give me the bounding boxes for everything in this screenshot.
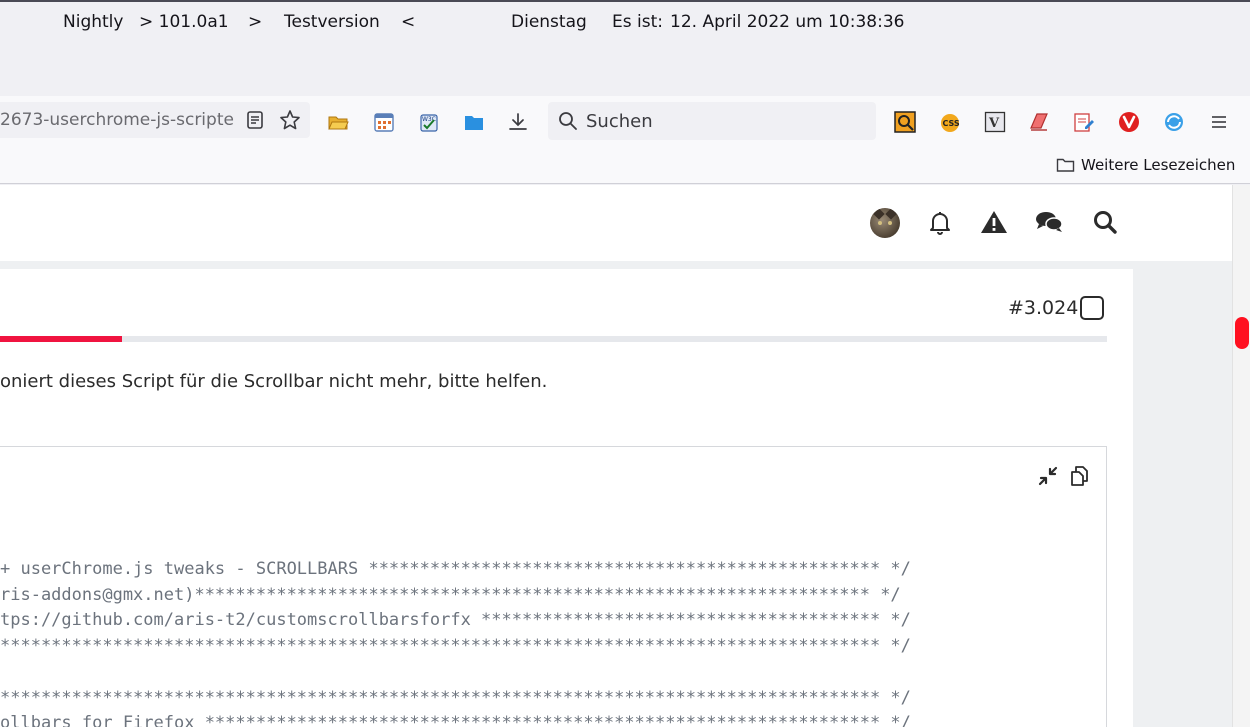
conversations-icon[interactable] [1034, 207, 1064, 237]
code-line: tps://github.com/aris-t2/customscrollbar… [0, 610, 911, 630]
browser-window: Nightly > 101.0a1 > Testversion < Dienst… [0, 0, 1250, 727]
search-icon [559, 112, 577, 130]
release-channel: Testversion [284, 12, 380, 32]
header-divider [0, 261, 1232, 269]
folder-outline-icon [1056, 158, 1075, 172]
site-header [0, 185, 1232, 261]
sidebar-background [1133, 269, 1232, 727]
page-scrollbar[interactable] [1232, 185, 1250, 727]
vim-extension-icon[interactable]: V [984, 111, 1006, 133]
warning-icon[interactable] [979, 207, 1009, 237]
code-tools [1036, 464, 1092, 488]
editor-extension-icon[interactable] [1073, 111, 1095, 133]
nav-toolbar: 2673-userchrome-js-scripte W3C Suchen CS… [0, 96, 1250, 150]
code-line: ****************************************… [0, 636, 911, 656]
w3c-validator-icon[interactable]: W3C [418, 111, 440, 133]
url-bar[interactable]: 2673-userchrome-js-scripte [0, 102, 310, 138]
bell-icon[interactable] [925, 207, 955, 237]
svg-text:CSS: CSS [943, 119, 960, 128]
title-bar: Nightly > 101.0a1 > Testversion < Dienst… [0, 0, 1250, 96]
search-placeholder[interactable]: Suchen [586, 111, 653, 132]
app-name: Nightly [63, 12, 124, 32]
eraser-extension-icon[interactable] [1028, 111, 1050, 133]
copy-icon[interactable] [1068, 464, 1092, 488]
download-icon[interactable] [507, 111, 529, 133]
folder-icon[interactable] [463, 111, 485, 133]
datetime-label: 12. April 2022 um 10:38:36 [670, 12, 905, 32]
vivaldi-icon[interactable] [1118, 111, 1140, 133]
code-line: ris-addons@gmx.net)*********************… [0, 585, 901, 605]
search-extension-icon[interactable] [894, 111, 916, 133]
menu-icon[interactable] [1208, 111, 1230, 133]
code-line: ollbars for Firefox ********************… [0, 713, 911, 727]
reading-progress-track [0, 336, 1107, 342]
collapse-icon[interactable] [1036, 464, 1060, 488]
url-text[interactable]: 2673-userchrome-js-scripte [0, 110, 236, 130]
code-line: + userChrome.js tweaks - SCROLLBARS ****… [0, 559, 911, 579]
search-icon[interactable] [1090, 207, 1120, 237]
reader-view-icon[interactable] [244, 109, 266, 131]
sync-extension-icon[interactable] [1163, 111, 1185, 133]
title-separator: > [248, 12, 263, 32]
other-bookmarks-button[interactable]: Weitere Lesezeichen [1056, 156, 1235, 174]
calendar-icon[interactable] [373, 111, 395, 133]
reading-progress-fill [0, 336, 122, 342]
bookmarks-bar: Weitere Lesezeichen [0, 150, 1250, 184]
bookmark-star-icon[interactable] [279, 109, 301, 131]
open-folder-icon[interactable] [327, 111, 349, 133]
post-select-checkbox[interactable] [1080, 296, 1104, 320]
svg-text:W3C: W3C [422, 116, 436, 123]
search-box[interactable]: Suchen [548, 102, 876, 140]
forum-post: #3.024 oniert dieses Script für die Scro… [0, 269, 1133, 727]
title-separator: < [401, 12, 416, 32]
post-number[interactable]: #3.024 [1008, 297, 1078, 319]
time-label: Es ist: [612, 12, 663, 32]
app-version: > 101.0a1 [139, 12, 229, 32]
svg-text:V: V [988, 116, 1000, 131]
post-text: oniert dieses Script für die Scrollbar n… [0, 371, 548, 392]
other-bookmarks-label: Weitere Lesezeichen [1081, 156, 1236, 174]
weekday-label: Dienstag [511, 12, 587, 32]
user-avatar[interactable] [870, 208, 900, 238]
code-block: + userChrome.js tweaks - SCROLLBARS ****… [0, 446, 1107, 727]
scrollbar-thumb[interactable] [1235, 317, 1249, 349]
css-extension-icon[interactable]: CSS [939, 111, 961, 133]
code-line: ****************************************… [0, 688, 911, 708]
web-page: #3.024 oniert dieses Script für die Scro… [0, 185, 1250, 727]
